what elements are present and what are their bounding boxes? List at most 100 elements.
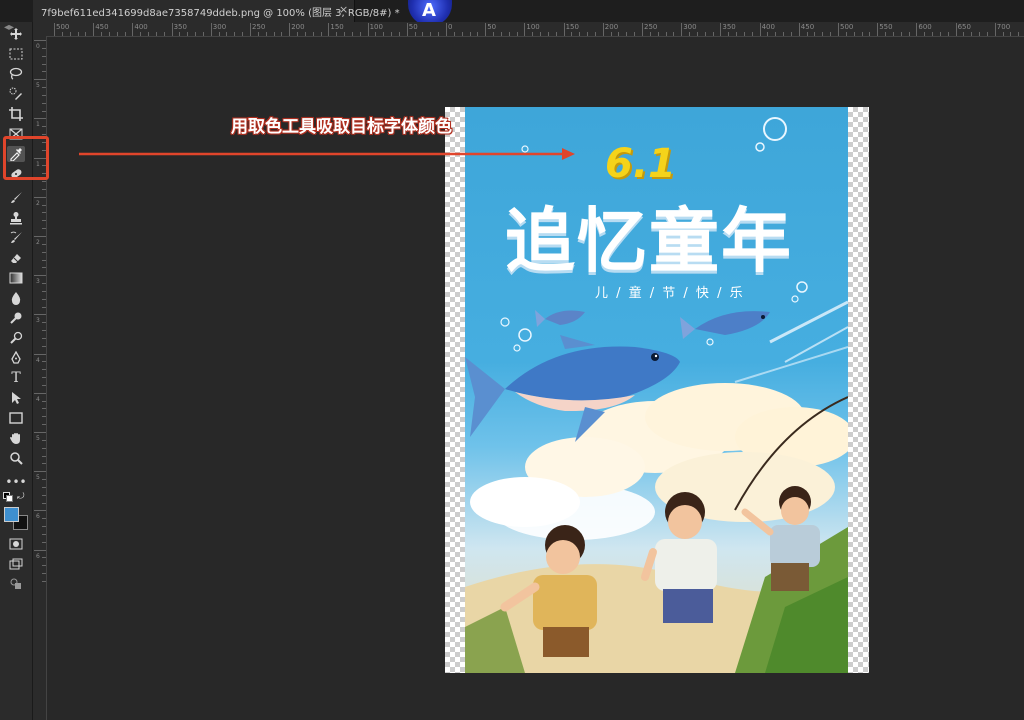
brush-icon[interactable] <box>7 190 25 206</box>
ruler-tick <box>257 32 259 36</box>
close-tab-icon[interactable]: × <box>339 3 348 16</box>
ruler-top-label: 150 <box>330 23 344 31</box>
ruler-top-label: 100 <box>369 23 383 31</box>
ruler-tick <box>986 32 988 36</box>
ruler-tick <box>42 408 46 410</box>
ruler-tick <box>34 392 46 394</box>
marquee-icon[interactable] <box>7 46 25 62</box>
ruler-tick <box>93 23 95 36</box>
ruler-top-label: 450 <box>95 23 109 31</box>
ruler-tick <box>391 32 393 36</box>
ruler-tick <box>61 32 63 36</box>
ruler-tick <box>924 32 926 36</box>
foreground-color-swatch[interactable] <box>4 507 19 522</box>
ruler-top-label: 0 <box>448 23 453 31</box>
ruler-tick <box>34 275 46 277</box>
ruler-tick <box>869 32 871 36</box>
ruler-tick <box>195 32 197 36</box>
ruler-tick <box>798 23 800 36</box>
ruler-tick <box>140 32 142 36</box>
swap-colors-icon[interactable]: ⤾ <box>17 492 25 502</box>
rectangle-icon[interactable] <box>7 410 25 426</box>
ruler-tick <box>42 228 46 230</box>
ruler-tick <box>42 55 46 57</box>
ruler-top-label: 200 <box>604 23 619 31</box>
eraser-icon[interactable] <box>7 250 25 266</box>
default-colors-icon[interactable] <box>3 492 13 502</box>
clone-stamp-icon[interactable] <box>7 210 25 226</box>
ruler-tick <box>532 32 534 36</box>
ruler-tick <box>618 32 620 36</box>
pen-icon[interactable] <box>7 350 25 366</box>
ruler-tick <box>42 267 46 269</box>
ruler-tick <box>728 32 730 36</box>
ruler-top-label: 250 <box>252 23 266 31</box>
ruler-tick <box>42 220 46 222</box>
ruler-tick <box>42 63 46 65</box>
ruler-tick <box>42 463 46 465</box>
ruler-tick <box>250 23 251 36</box>
blur-icon[interactable] <box>7 290 25 306</box>
ruler-tick <box>42 400 46 402</box>
ruler-tick <box>508 32 510 36</box>
zoom-icon[interactable] <box>7 450 25 466</box>
ruler-tick <box>736 32 738 36</box>
poster-canvas[interactable]: 6.1 追忆童年 儿 / 童 / 节 / 快 / 乐 <box>465 107 848 673</box>
ruler-top-label: 650 <box>957 23 971 31</box>
ruler-tick <box>34 353 46 355</box>
ruler-tick <box>657 32 659 36</box>
ruler-tick <box>336 32 338 36</box>
tool-highlight-box <box>3 136 49 180</box>
ruler-tick <box>42 416 46 418</box>
ruler-tick <box>42 541 46 543</box>
ruler-tick <box>108 32 110 36</box>
ruler-top-label: 350 <box>722 23 736 31</box>
ruler-top-label: 200 <box>291 23 305 31</box>
sponge-icon[interactable] <box>7 330 25 346</box>
ruler-tick <box>42 212 46 214</box>
ruler-tick <box>42 102 46 104</box>
ruler-tick <box>42 306 46 308</box>
ruler-tick <box>42 251 46 253</box>
ruler-tick <box>42 345 46 347</box>
ruler-tick <box>85 32 87 36</box>
ruler-tick <box>171 23 173 36</box>
ruler-top-label: 150 <box>565 23 579 31</box>
ruler-tick <box>712 32 714 36</box>
ruler-tick <box>42 557 46 559</box>
dodge-icon[interactable] <box>7 310 25 326</box>
ruler-top-label: 350 <box>173 23 187 31</box>
ruler-tick <box>42 361 46 363</box>
ruler-tick <box>822 32 824 36</box>
screen-mode-icon[interactable] <box>7 556 25 572</box>
ruler-tick <box>383 32 385 36</box>
artboard-icon[interactable] <box>7 576 25 592</box>
type-icon[interactable]: T <box>7 370 25 386</box>
hand-icon[interactable] <box>7 430 25 446</box>
document-tab[interactable]: 7f9bef611ed341699d8ae7358749ddeb.png @ 1… <box>33 0 400 22</box>
ruler-tick <box>34 549 46 551</box>
more-icon[interactable]: ••• <box>5 474 26 490</box>
ruler-top-label: 550 <box>879 23 893 31</box>
gradient-icon[interactable] <box>7 270 25 286</box>
ruler-tick <box>571 32 573 36</box>
move-icon[interactable] <box>7 26 25 42</box>
lasso-icon[interactable] <box>7 66 25 82</box>
ruler-tick <box>790 32 792 36</box>
quick-select-icon[interactable] <box>7 86 25 102</box>
ruler-tick <box>42 580 46 582</box>
ruler-tick <box>34 79 46 81</box>
ruler-tick <box>234 32 236 36</box>
history-brush-icon[interactable] <box>7 230 25 246</box>
ruler-top-label: 500 <box>56 23 70 31</box>
ruler-tick <box>665 32 667 36</box>
crop-icon[interactable] <box>7 106 25 122</box>
ruler-tick <box>587 32 589 36</box>
path-select-icon[interactable] <box>7 390 25 406</box>
ruler-tick <box>838 23 839 36</box>
ruler-tick <box>900 32 902 36</box>
quick-mask-icon[interactable] <box>7 536 25 552</box>
ruler-tick <box>1010 32 1012 36</box>
ruler-tick <box>367 23 369 36</box>
ruler-tick <box>806 32 808 36</box>
